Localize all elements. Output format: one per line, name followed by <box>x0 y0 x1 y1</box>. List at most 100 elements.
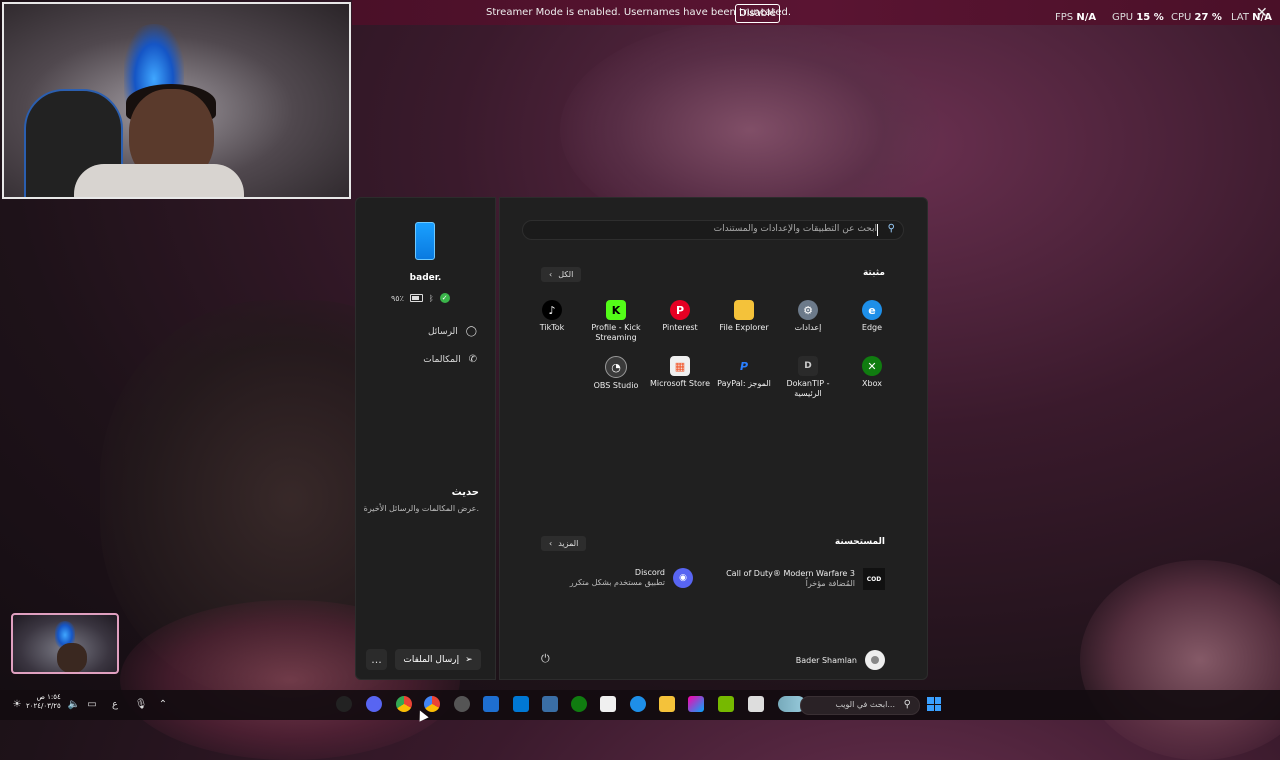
pinned-app-dokantip[interactable]: D DokanTIP - الرئيسية <box>776 356 840 399</box>
pinned-app-kick[interactable]: K Profile - Kick Streaming <box>584 300 648 343</box>
taskbar-app-photos-icon[interactable] <box>483 696 499 712</box>
taskbar-app-store-icon[interactable] <box>600 696 616 712</box>
chevron-up-icon[interactable]: ⌃ <box>156 697 170 711</box>
app-label: File Explorer <box>719 323 769 332</box>
volume-icon[interactable]: 🔈 <box>67 697 81 711</box>
edge-icon: e <box>862 300 882 320</box>
taskbar-app-edge-icon[interactable] <box>630 696 646 712</box>
app-label: PayPal: الموجز <box>717 379 771 388</box>
start-search-input[interactable]: ابحث عن التطبيقات والإعدادات والمستندات … <box>522 220 904 240</box>
phone-icon <box>415 222 435 260</box>
pinned-app-tiktok[interactable]: ♪ TikTok <box>520 300 584 333</box>
taskbar-app-settings-icon[interactable] <box>454 696 470 712</box>
calls-label: المكالمات <box>423 354 461 365</box>
recommended-subtitle: المُضافة مؤخراً <box>805 579 855 588</box>
taskbar-app-xbox-icon[interactable] <box>571 696 587 712</box>
send-files-button[interactable]: إرسال الملفات ➢ <box>395 649 481 670</box>
messages-link[interactable]: الرسائل ◯ <box>428 326 477 337</box>
microphone-icon[interactable]: 🎙 <box>134 697 148 711</box>
taskbar-app-outlook-icon[interactable] <box>513 696 529 712</box>
taskbar-app-notepad-icon[interactable] <box>748 696 764 712</box>
obs-icon: ◔ <box>605 356 627 378</box>
search-placeholder: ابحث عن التطبيقات والإعدادات والمستندات <box>713 224 877 234</box>
taskbar-app-obs-icon[interactable] <box>336 696 352 712</box>
taskbar-app-chrome-profile-icon[interactable] <box>424 696 440 712</box>
battery-icon <box>409 294 423 302</box>
pinned-app-file-explorer[interactable]: File Explorer <box>712 300 776 333</box>
pinned-app-xbox[interactable]: ✕ Xbox <box>840 356 904 389</box>
app-label: Profile - Kick Streaming <box>591 323 641 342</box>
pinned-app-edge[interactable]: e Edge <box>840 300 904 333</box>
paypal-icon: P <box>739 359 749 373</box>
search-icon: ⚲ <box>903 699 911 710</box>
clock-time: ١:٥٤ ص <box>36 693 61 701</box>
more-label: المزيد <box>558 539 579 548</box>
app-label: TikTok <box>539 323 565 332</box>
pinned-app-paypal[interactable]: P PayPal: الموجز <box>712 356 776 389</box>
weather-icon[interactable]: ☀ <box>10 697 24 711</box>
discord-icon: ◉ <box>673 568 693 588</box>
user-name: Bader Shamlan <box>795 655 857 665</box>
taskbar-app-chrome-icon[interactable] <box>396 696 412 712</box>
bluetooth-icon: ᛒ <box>428 293 434 303</box>
gpu-stat: GPU 15 % <box>1112 12 1164 23</box>
cod-icon: COD <box>863 568 885 590</box>
recommended-title-text: Discord <box>634 568 665 577</box>
pinned-app-settings[interactable]: ⚙ إعدادات <box>776 300 840 333</box>
connected-icon: ✓ <box>439 293 450 303</box>
recent-subtitle: عرض المكالمات والرسائل الأخيرة. <box>363 504 479 513</box>
chat-icon: ◯ <box>465 326 477 337</box>
power-icon[interactable]: ⏻ <box>541 652 555 666</box>
app-label: Microsoft Store <box>649 379 711 388</box>
network-icon[interactable]: ▭ <box>85 697 99 711</box>
app-label: Pinterest <box>662 323 698 332</box>
taskbar-app-mail-icon[interactable] <box>542 696 558 712</box>
messages-label: الرسائل <box>427 326 458 337</box>
send-icon: ➢ <box>465 654 473 665</box>
recommended-item-cod[interactable]: Call of Duty® Modern Warfare 3 المُضافة م… <box>726 568 885 590</box>
tiktok-icon: ♪ <box>542 300 562 320</box>
all-apps-button[interactable]: ‹ الكل <box>541 267 582 282</box>
chevron-left-icon: ‹ <box>549 270 553 279</box>
webcam-overlay <box>2 2 351 199</box>
battery-percent: ٩٥٪ <box>391 293 404 303</box>
cpu-stat: CPU 27 % <box>1171 12 1222 23</box>
taskbar-app-nvidia-icon[interactable] <box>718 696 734 712</box>
taskbar-search-input[interactable]: ابحث في الويب... ⚲ <box>800 696 920 715</box>
recommended-subtitle: تطبيق مستخدم بشكل متكرر <box>569 578 665 587</box>
kick-icon: K <box>606 300 626 320</box>
dokantip-icon: D <box>798 356 818 376</box>
pinned-app-store[interactable]: ▦ Microsoft Store <box>648 356 712 389</box>
settings-icon: ⚙ <box>798 300 818 320</box>
clock[interactable]: ١:٥٤ ص ٢٠٢٤/٠٣/٢٥ <box>26 693 61 711</box>
taskbar-app-discord-icon[interactable] <box>366 696 382 712</box>
search-icon: ⚲ <box>887 223 895 234</box>
disable-streamer-mode-button[interactable]: Disable <box>735 4 780 23</box>
more-recommended-button[interactable]: ‹ المزيد <box>541 536 587 551</box>
app-label: إعدادات <box>794 323 822 332</box>
recent-title: حديث <box>451 487 479 498</box>
folder-icon <box>734 300 754 320</box>
clock-date: ٢٠٢٤/٠٣/٢٥ <box>26 702 61 710</box>
user-account[interactable]: Bader Shamlan <box>796 650 885 670</box>
close-icon[interactable]: ✕ <box>1256 5 1268 21</box>
avatar <box>865 650 885 670</box>
pinned-app-obs[interactable]: ◔ OBS Studio <box>584 356 648 391</box>
calls-link[interactable]: المكالمات ✆ <box>423 354 477 365</box>
start-menu: ابحث عن التطبيقات والإعدادات والمستندات … <box>499 197 928 680</box>
all-apps-label: الكل <box>558 270 574 279</box>
language-indicator[interactable]: ع <box>108 697 122 711</box>
app-label: OBS Studio <box>593 381 639 390</box>
recommended-item-discord[interactable]: Discord تطبيق مستخدم بشكل متكرر ◉ <box>570 568 693 588</box>
pinned-app-pinterest[interactable]: P Pinterest <box>648 300 712 333</box>
fps-stat: FPS N/A <box>1055 12 1097 23</box>
taskbar-app-folder-icon[interactable] <box>659 696 675 712</box>
mini-webcam-preview <box>11 613 119 674</box>
phone-link-panel: bader. ٩٥٪ ᛒ ✓ الرسائل ◯ المكالمات ✆ حدي… <box>355 197 496 680</box>
windows-start-icon[interactable] <box>927 697 941 711</box>
app-label: Xbox <box>862 379 882 388</box>
more-options-button[interactable]: ... <box>366 649 387 670</box>
taskbar-app-copilot-icon[interactable] <box>688 696 704 712</box>
chevron-left-icon: ‹ <box>549 539 553 548</box>
background-shape <box>1080 560 1280 760</box>
